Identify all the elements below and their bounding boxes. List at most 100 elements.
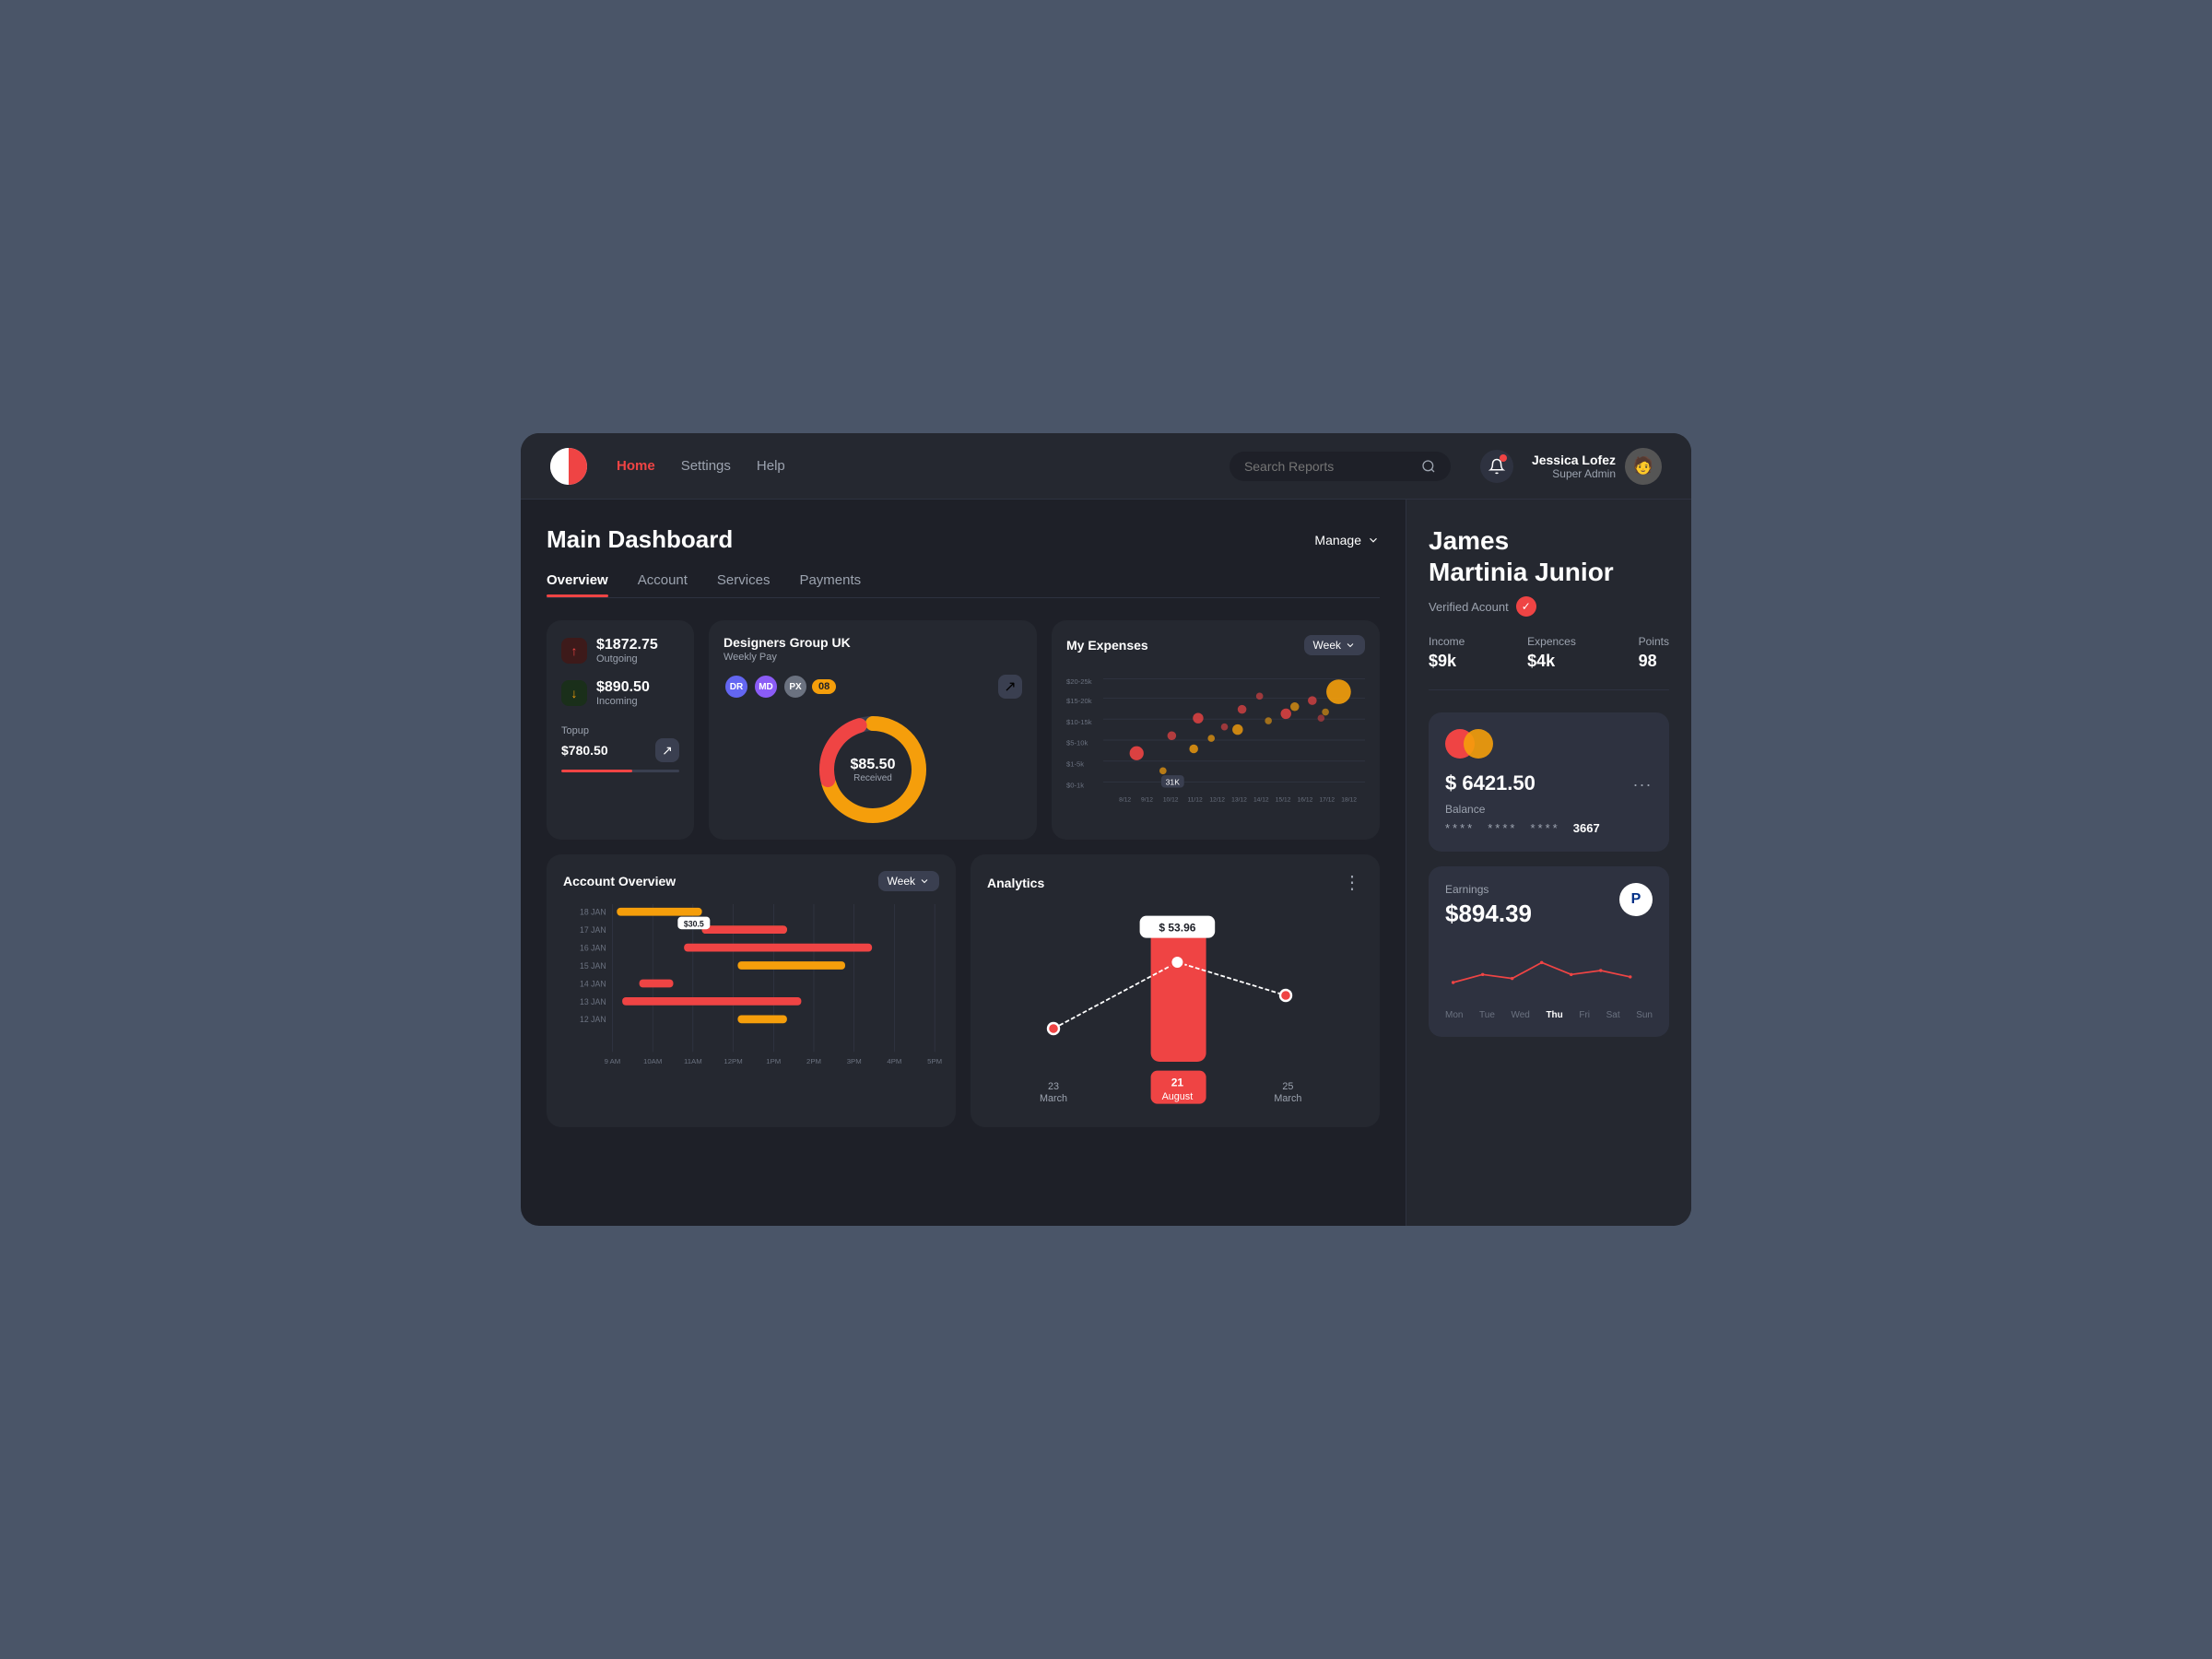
outgoing-item: ↑ $1872.75 Outgoing — [561, 637, 679, 665]
analytics-menu[interactable]: ⋮ — [1343, 871, 1363, 894]
points-value: 98 — [1639, 652, 1669, 671]
svg-text:$ 53.96: $ 53.96 — [1159, 921, 1195, 934]
ao-chevron-icon — [919, 876, 930, 887]
ao-week-label: Week — [888, 875, 915, 888]
incoming-item: ↓ $890.50 Incoming — [561, 679, 679, 707]
svg-text:17 JAN: 17 JAN — [580, 925, 606, 935]
svg-text:12/12: 12/12 — [1209, 797, 1225, 804]
avatar-md: MD — [753, 674, 779, 700]
svg-text:March: March — [1274, 1093, 1301, 1104]
money-card: ↑ $1872.75 Outgoing ↓ $890.50 Incoming — [547, 620, 694, 840]
topup-label: Topup — [561, 725, 679, 736]
svg-text:14 JAN: 14 JAN — [580, 979, 606, 988]
right-panel: JamesMartinia Junior Verified Acount ✓ I… — [1406, 500, 1691, 1226]
main-layout: Main Dashboard Manage Overview Account S… — [521, 500, 1691, 1226]
outgoing-label: Outgoing — [596, 653, 658, 665]
left-panel: Main Dashboard Manage Overview Account S… — [521, 500, 1406, 1226]
gantt-chart: 18 JAN 17 JAN $30.5 16 JAN 15 JAN — [563, 904, 939, 1065]
svg-text:$1-5k: $1-5k — [1066, 760, 1084, 769]
svg-text:$10-15k: $10-15k — [1066, 718, 1092, 726]
user-text: Jessica Lofez Super Admin — [1532, 453, 1616, 480]
donut-label: $85.50 Received — [851, 757, 896, 783]
avatar-px: PX — [782, 674, 808, 700]
search-icon — [1421, 459, 1436, 474]
earnings-header: Earnings $894.39 P — [1445, 883, 1653, 928]
chevron-down-icon — [1367, 534, 1380, 547]
nav-home[interactable]: Home — [617, 458, 655, 474]
svg-text:$20-25k: $20-25k — [1066, 677, 1092, 686]
app-container: Home Settings Help Jessica Lofez Super A… — [521, 433, 1691, 1226]
day-wed: Wed — [1511, 1010, 1529, 1020]
tab-payments[interactable]: Payments — [799, 572, 861, 595]
svg-text:18/12: 18/12 — [1341, 797, 1357, 804]
earnings-text-block: Earnings $894.39 — [1445, 883, 1532, 928]
svg-text:$15-20k: $15-20k — [1066, 697, 1092, 705]
donut-amount: $85.50 — [851, 757, 896, 773]
avatar-dr: DR — [724, 674, 749, 700]
day-sat: Sat — [1606, 1010, 1620, 1020]
bottom-row: Account Overview Week — [547, 854, 1380, 1127]
user-name: Jessica Lofez — [1532, 453, 1616, 467]
topup-row: $780.50 ↗ — [561, 738, 679, 762]
cards-row: ↑ $1872.75 Outgoing ↓ $890.50 Incoming — [547, 620, 1380, 840]
account-overview-header: Account Overview Week — [563, 871, 939, 891]
nav-links: Home Settings Help — [617, 458, 1200, 474]
card-balance-row: $ 6421.50 ... — [1445, 771, 1653, 795]
day-mon: Mon — [1445, 1010, 1463, 1020]
points-stat: Points 98 — [1639, 635, 1669, 671]
account-overview-title: Account Overview — [563, 874, 676, 888]
income-value: $9k — [1429, 652, 1465, 671]
incoming-amount: $890.50 — [596, 679, 650, 696]
points-label: Points — [1639, 635, 1669, 648]
week-dropdown[interactable]: Week — [1304, 635, 1365, 655]
nav-right: Jessica Lofez Super Admin 🧑 — [1480, 448, 1662, 485]
tab-overview[interactable]: Overview — [547, 572, 608, 595]
earnings-amount: $894.39 — [1445, 900, 1532, 928]
expenses-stat: Expences $4k — [1527, 635, 1576, 671]
card-last-digits: 3667 — [1573, 821, 1600, 835]
analytics-title: Analytics — [987, 876, 1044, 890]
expenses-header: My Expenses Week — [1066, 635, 1365, 655]
card-dots-1: **** — [1445, 821, 1475, 835]
svg-text:31K: 31K — [1166, 778, 1181, 787]
donut-chart: $85.50 Received — [724, 714, 1022, 825]
svg-text:21: 21 — [1171, 1076, 1184, 1088]
logo — [550, 448, 587, 485]
scatter-chart: $20-25k $15-20k $10-15k $5-10k $1-5k $0-… — [1066, 666, 1365, 814]
svg-text:March: March — [1040, 1093, 1067, 1104]
income-stat: Income $9k — [1429, 635, 1465, 671]
svg-text:23: 23 — [1048, 1081, 1059, 1092]
card-number-row: **** **** **** 3667 — [1445, 821, 1653, 835]
search-input[interactable] — [1244, 459, 1414, 474]
dashboard-header: Main Dashboard Manage — [547, 525, 1380, 554]
analytics-chart: $ 53.96 23 March 21 August — [987, 907, 1363, 1106]
svg-text:9 AM: 9 AM — [605, 1057, 621, 1065]
svg-text:August: August — [1162, 1091, 1194, 1102]
verified-row: Verified Acount ✓ — [1429, 596, 1669, 617]
notification-button[interactable] — [1480, 450, 1513, 483]
ao-week-dropdown[interactable]: Week — [878, 871, 939, 891]
user-role: Super Admin — [1532, 467, 1616, 480]
expenses-label: Expences — [1527, 635, 1576, 648]
tabs: Overview Account Services Payments — [547, 572, 1380, 598]
svg-text:13 JAN: 13 JAN — [580, 997, 606, 1006]
svg-text:10AM: 10AM — [643, 1057, 662, 1065]
earnings-section: Earnings $894.39 P Mon — [1429, 866, 1669, 1037]
day-fri: Fri — [1579, 1010, 1590, 1020]
card-menu-button[interactable]: ... — [1633, 771, 1653, 791]
weekly-arrow-button[interactable]: ↗ — [998, 675, 1022, 699]
top-nav: Home Settings Help Jessica Lofez Super A… — [521, 433, 1691, 500]
svg-text:15 JAN: 15 JAN — [580, 961, 606, 971]
nav-help[interactable]: Help — [757, 458, 785, 474]
tab-services[interactable]: Services — [717, 572, 771, 595]
tab-account[interactable]: Account — [638, 572, 688, 595]
svg-text:12 JAN: 12 JAN — [580, 1015, 606, 1024]
topup-button[interactable]: ↗ — [655, 738, 679, 762]
incoming-arrow: ↓ — [561, 680, 587, 706]
svg-text:12PM: 12PM — [724, 1057, 742, 1065]
week-label: Week — [1313, 639, 1341, 652]
svg-text:11/12: 11/12 — [1188, 797, 1203, 804]
nav-settings[interactable]: Settings — [681, 458, 731, 474]
manage-button[interactable]: Manage — [1314, 533, 1380, 547]
progress-bar — [561, 770, 679, 772]
